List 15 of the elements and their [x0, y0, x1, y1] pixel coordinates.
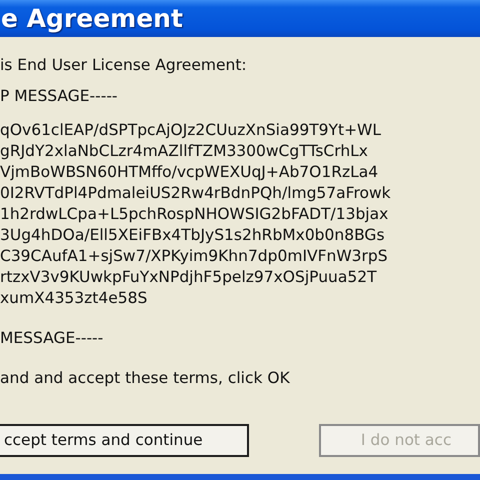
message-line: gRJdY2xlaNbCLzr4mAZllfTZM3300wCgTTsCrhLx	[0, 141, 368, 162]
message-line: 1h2rdwLCpa+L5pchRospNHOWSIG2bFADT/13bjax	[0, 204, 388, 225]
message-footer: MESSAGE-----	[0, 328, 104, 349]
window-title: e Agreement	[1, 6, 183, 31]
intro-text: is End User License Agreement:	[0, 55, 247, 76]
message-line: qOv61clEAP/dSPTpcAjOJz2CUuzXnSia99T9Yt+WL	[0, 120, 382, 141]
message-line: VjmBoWBSN60HTMffo/vcpWEXUqJ+Ab7O1RzLa4	[0, 162, 378, 183]
message-line: 0I2RVTdPl4PdmaleiUS2Rw4rBdnPQh/lmg57aFrowk	[0, 183, 391, 204]
message-header: P MESSAGE-----	[0, 86, 118, 107]
message-line: 3Ug4hDOa/Ell5XEiFBx4TbJyS1s2hRbMx0b0n8BGs	[0, 225, 385, 246]
message-line: C39CAufA1+sjSw7/XPKyim9Khn7dp0mIVFnW3rpS	[0, 246, 388, 267]
message-line: rtzxV3v9KUwkpFuYxNPdjhF5pelz97xOSjPuua52T	[0, 267, 377, 288]
accept-button[interactable]: ccept terms and continue	[0, 424, 249, 457]
instruction-text: and and accept these terms, click OK	[0, 368, 290, 389]
message-line: xumX4353zt4e58S	[0, 288, 148, 309]
